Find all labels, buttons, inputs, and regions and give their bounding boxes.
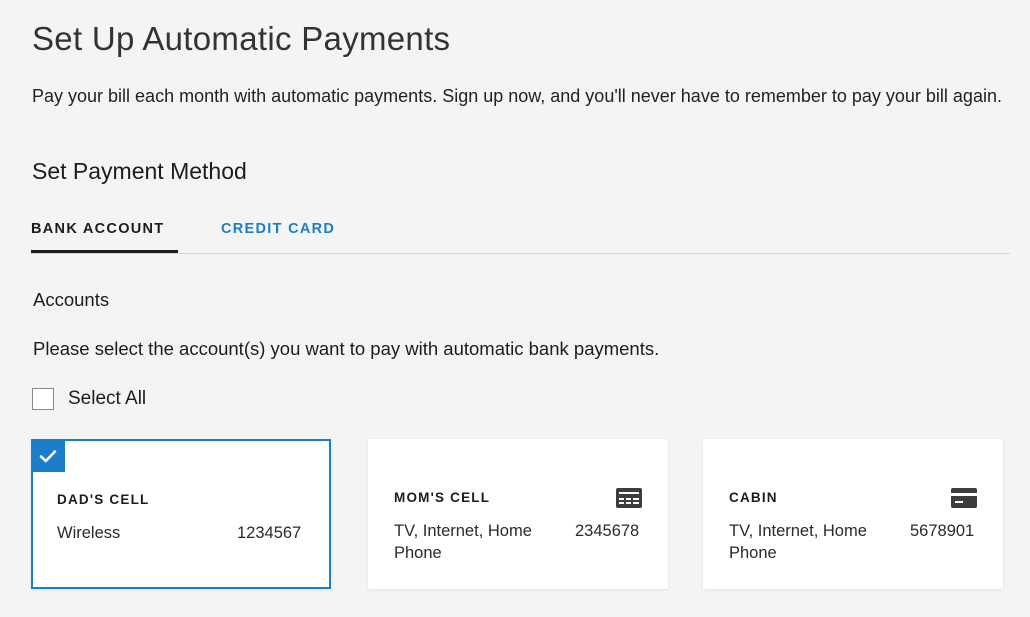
payment-method-tabs: BANK ACCOUNT CREDIT CARD (31, 213, 1010, 254)
account-service: TV, Internet, Home Phone (729, 522, 867, 562)
accounts-heading: Accounts (33, 289, 110, 310)
tab-credit-card[interactable]: CREDIT CARD (221, 213, 335, 252)
intro-text: Pay your bill each month with automatic … (32, 86, 1002, 106)
account-number: 5678901 (910, 522, 975, 540)
checkmark-icon (31, 439, 65, 472)
account-card-moms-cell[interactable]: MOM'S CELL TV, Internet, Home Phone 2345… (368, 439, 668, 589)
account-service: TV, Internet, Home Phone (394, 522, 532, 562)
account-name: CABIN (729, 490, 778, 505)
page-title: Set Up Automatic Payments (32, 20, 451, 57)
tab-bank-account[interactable]: BANK ACCOUNT (31, 213, 178, 253)
select-all-box[interactable] (32, 388, 54, 410)
credit-card-icon (951, 488, 977, 508)
account-card-dads-cell[interactable]: DAD'S CELL Wireless 1234567 (31, 439, 331, 589)
accounts-description: Please select the account(s) you want to… (33, 338, 660, 359)
account-card-cabin[interactable]: CABIN TV, Internet, Home Phone 5678901 (703, 439, 1003, 589)
account-number: 2345678 (575, 522, 640, 540)
payment-method-title: Set Payment Method (32, 158, 247, 184)
account-name: MOM'S CELL (394, 490, 491, 505)
select-all-checkbox[interactable]: Select All (32, 388, 146, 410)
cable-box-icon (616, 488, 642, 508)
account-service: Wireless (57, 524, 121, 542)
account-name: DAD'S CELL (57, 492, 150, 507)
account-number: 1234567 (237, 524, 302, 542)
select-all-label: Select All (68, 388, 147, 409)
